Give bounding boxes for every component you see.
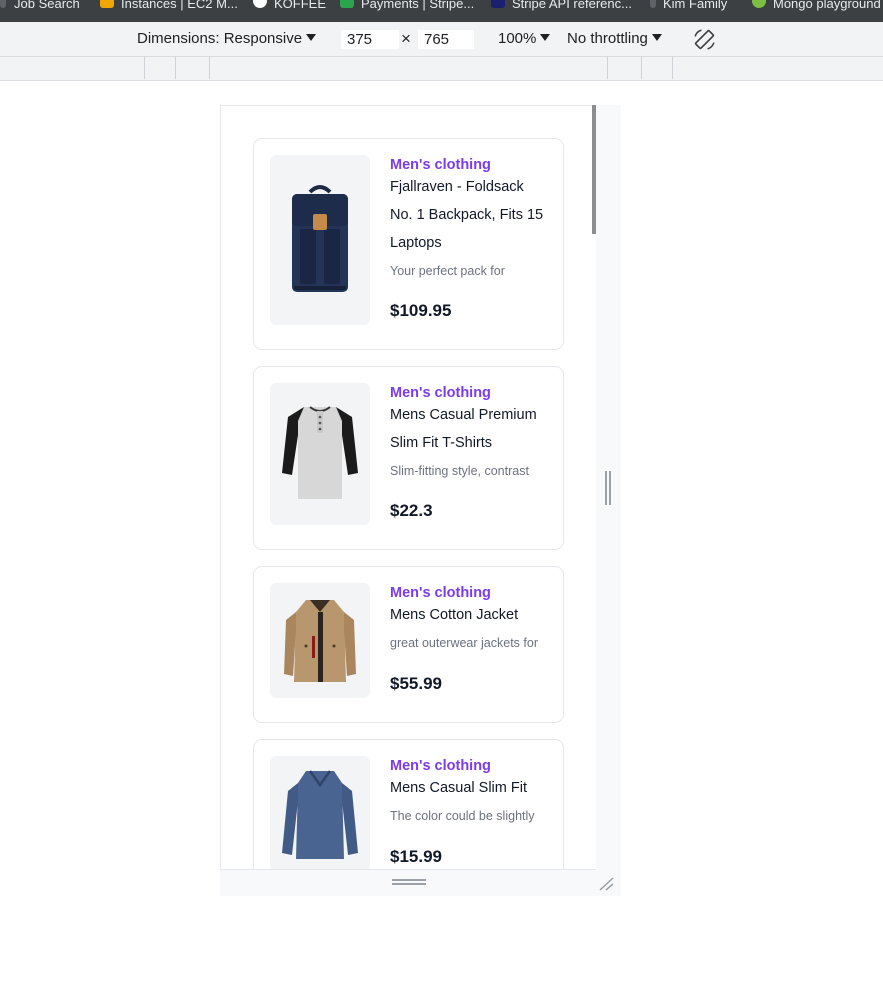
bookmark-icon (0, 0, 6, 8)
koffee-icon (253, 0, 267, 8)
product-image (270, 756, 370, 869)
bookmark-label: Instances | EC2 M... (121, 0, 238, 11)
jacket-icon (284, 599, 356, 682)
ruler-tick (641, 57, 642, 79)
product-image (270, 583, 370, 698)
product-card[interactable]: Men's clothing Mens Casual Premium Slim … (253, 366, 564, 550)
product-description: Slim-fitting style, contrast (390, 464, 529, 478)
product-title-line: Slim Fit T-Shirts (390, 435, 493, 451)
product-info: Men's clothing Mens Casual Premium Slim … (390, 383, 555, 485)
long-sleeve-shirt-icon (282, 769, 358, 859)
product-card[interactable]: Men's clothing Mens Casual Slim Fit The … (253, 739, 564, 869)
product-category: Men's clothing (390, 385, 491, 401)
mongo-icon (752, 0, 766, 8)
device-toolbar: Dimensions: Responsive × 100% No throttl… (0, 22, 883, 57)
product-price: $15.99 (390, 847, 442, 866)
bookmark-kim-family[interactable]: Kim Family (650, 0, 727, 22)
bookmark-stripe-payments[interactable]: Payments | Stripe... (340, 0, 474, 22)
grip-line (392, 879, 426, 881)
height-input[interactable] (418, 30, 474, 49)
product-title-line: Laptops (390, 235, 442, 251)
throttling-dropdown[interactable]: No throttling (567, 22, 662, 56)
ruler-tick (209, 57, 210, 79)
grip-line (392, 883, 426, 885)
width-input[interactable] (341, 30, 399, 49)
backpack-icon (292, 185, 348, 292)
dimensions-label: Dimensions: Responsive (137, 30, 303, 47)
rotate-button[interactable] (692, 27, 717, 51)
stripe-api-icon (491, 0, 505, 8)
ruler-tick (175, 57, 176, 79)
device-frame: Men's clothing Fjallraven - Foldsack No.… (220, 105, 621, 896)
resize-handle-bottom[interactable] (220, 870, 621, 896)
stripe-s-icon (340, 0, 354, 8)
product-title: Fjallraven - Foldsack No. 1 Backpack, Fi… (390, 173, 555, 257)
ruler-tick (144, 57, 145, 79)
grip-line (605, 471, 607, 505)
bookmark-ec2-instances[interactable]: Instances | EC2 M... (100, 0, 238, 22)
bookmark-label: Kim Family (663, 0, 728, 11)
caret-down-icon (540, 34, 551, 41)
bookmark-label: Stripe API referenc... (512, 0, 632, 11)
product-category: Men's clothing (390, 157, 491, 173)
rotate-icon (694, 29, 715, 50)
product-title-line: Mens Casual Slim Fit (390, 780, 527, 796)
product-description: The color could be slightly (390, 809, 535, 823)
product-title: Mens Casual Premium Slim Fit T-Shirts (390, 401, 555, 457)
bookmark-mongo-playground[interactable]: Mongo playground (752, 0, 881, 22)
product-title-line: No. 1 Backpack, Fits 15 (390, 207, 544, 223)
product-title: Mens Cotton Jacket (390, 601, 555, 629)
bookmark-label: Payments | Stripe... (361, 0, 475, 11)
product-info: Men's clothing Fjallraven - Foldsack No.… (390, 155, 555, 285)
page-viewport[interactable]: Men's clothing Fjallraven - Foldsack No.… (220, 105, 596, 870)
grip-line (609, 471, 611, 505)
product-price: $109.95 (390, 301, 452, 320)
ruler-tick (607, 57, 608, 79)
bookmarks-bar: Job Search Instances | EC2 M... KOFFEE P… (0, 0, 883, 22)
bookmark-label: KOFFEE (274, 0, 327, 11)
bookmark-label: Mongo playground (773, 0, 881, 11)
caret-down-icon (651, 34, 662, 41)
product-info: Men's clothing Mens Casual Slim Fit The … (390, 756, 555, 830)
resize-handle-right[interactable] (605, 471, 611, 505)
media-query-bar (0, 57, 883, 81)
product-image (270, 155, 370, 325)
dimensions-dropdown[interactable]: Dimensions: Responsive (137, 22, 317, 56)
product-description: Your perfect pack for (390, 264, 505, 278)
product-title-line: Fjallraven - Foldsack (390, 179, 524, 195)
bookmark-job-search[interactable]: Job Search (0, 0, 80, 22)
product-image (270, 383, 370, 525)
raglan-shirt-icon (282, 406, 358, 499)
product-card[interactable]: Men's clothing Fjallraven - Foldsack No.… (253, 138, 564, 350)
caret-down-icon (306, 34, 317, 41)
zoom-dropdown[interactable]: 100% (498, 22, 551, 56)
dimension-separator: × (401, 29, 411, 48)
bookmark-stripe-api[interactable]: Stripe API referenc... (491, 0, 632, 22)
resize-corner-icon[interactable] (598, 877, 614, 891)
bookmark-koffee[interactable]: KOFFEE (253, 0, 326, 22)
product-card[interactable]: Men's clothing Mens Cotton Jacket great … (253, 566, 564, 723)
product-title-line: Mens Casual Premium (390, 407, 537, 423)
product-category: Men's clothing (390, 758, 491, 774)
bookmark-label: Job Search (14, 0, 80, 11)
product-title: Mens Casual Slim Fit (390, 774, 555, 802)
aws-icon (100, 0, 114, 8)
zoom-label: 100% (498, 30, 537, 47)
product-price: $55.99 (390, 674, 442, 693)
product-title-line: Mens Cotton Jacket (390, 607, 519, 623)
product-category: Men's clothing (390, 585, 491, 601)
throttling-label: No throttling (567, 30, 648, 47)
product-description: great outerwear jackets for (390, 636, 538, 650)
folder-icon (650, 0, 656, 8)
product-info: Men's clothing Mens Cotton Jacket great … (390, 583, 555, 657)
ruler-tick (672, 57, 673, 79)
product-price: $22.3 (390, 501, 433, 520)
grip-icon (392, 879, 426, 885)
